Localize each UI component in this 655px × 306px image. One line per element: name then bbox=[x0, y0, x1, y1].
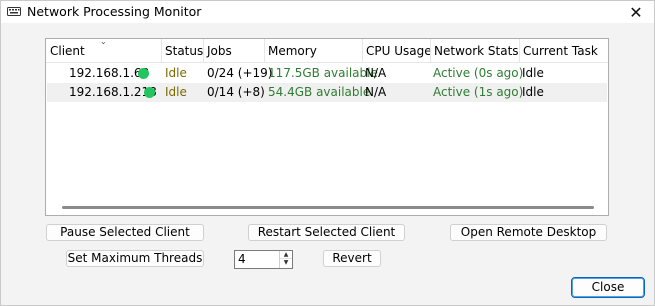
restart-client-button[interactable]: Restart Selected Client bbox=[248, 224, 405, 241]
clients-list[interactable]: ⌄ Client Status Jobs Memory CPU Usage Ne… bbox=[45, 38, 609, 216]
network-cell: Active (0s ago) bbox=[433, 66, 524, 80]
memory-cell: 54.4GB available bbox=[268, 85, 371, 99]
task-cell: Idle bbox=[522, 66, 544, 80]
column-header-client[interactable]: Client bbox=[46, 39, 161, 63]
column-header-network[interactable]: Network Stats bbox=[430, 39, 519, 63]
list-header: ⌄ Client Status Jobs Memory CPU Usage Ne… bbox=[46, 39, 608, 63]
chevron-up-icon[interactable]: ▲ bbox=[280, 251, 292, 259]
column-header-jobs[interactable]: Jobs bbox=[203, 39, 264, 63]
memory-cell: 117.5GB available bbox=[268, 66, 378, 80]
cpu-cell: N/A bbox=[365, 85, 387, 99]
set-max-threads-button[interactable]: Set Maximum Threads bbox=[66, 250, 204, 267]
task-cell: Idle bbox=[522, 85, 544, 99]
title-bar[interactable]: Network Processing Monitor ✕ bbox=[1, 1, 654, 23]
close-button[interactable]: Close bbox=[571, 277, 645, 298]
revert-button[interactable]: Revert bbox=[323, 250, 381, 267]
pause-client-button[interactable]: Pause Selected Client bbox=[46, 224, 204, 241]
column-header-memory[interactable]: Memory bbox=[264, 39, 362, 63]
table-row[interactable]: 192.168.1.68 Idle 0/24 (+19) 117.5GB ava… bbox=[47, 64, 607, 83]
status-cell: Idle bbox=[165, 66, 187, 80]
jobs-cell: 0/14 (+8) bbox=[207, 85, 265, 99]
jobs-cell: 0/24 (+19) bbox=[207, 66, 273, 80]
cpu-cell: N/A bbox=[365, 66, 387, 80]
threads-spinbox[interactable]: 4 ▲ ▼ bbox=[234, 250, 293, 269]
close-icon[interactable]: ✕ bbox=[624, 2, 648, 22]
status-dot-icon bbox=[138, 68, 149, 79]
window-title: Network Processing Monitor bbox=[27, 4, 202, 19]
column-header-task[interactable]: Current Task bbox=[519, 39, 608, 63]
open-remote-desktop-button[interactable]: Open Remote Desktop bbox=[450, 224, 607, 241]
app-window: Network Processing Monitor ✕ ⌄ Client St… bbox=[0, 0, 655, 306]
status-dot-icon bbox=[144, 87, 155, 98]
horizontal-scrollbar[interactable] bbox=[62, 206, 594, 209]
spin-arrows: ▲ ▼ bbox=[279, 251, 292, 268]
table-row[interactable]: 192.168.1.218 Idle 0/14 (+8) 54.4GB avai… bbox=[47, 83, 607, 102]
keyboard-icon bbox=[7, 7, 21, 16]
column-header-cpu[interactable]: CPU Usage bbox=[362, 39, 432, 63]
column-header-status[interactable]: Status bbox=[161, 39, 203, 63]
network-cell: Active (1s ago) bbox=[433, 85, 524, 99]
status-cell: Idle bbox=[165, 85, 187, 99]
chevron-down-icon[interactable]: ▼ bbox=[280, 259, 292, 267]
threads-value[interactable]: 4 bbox=[238, 252, 246, 267]
